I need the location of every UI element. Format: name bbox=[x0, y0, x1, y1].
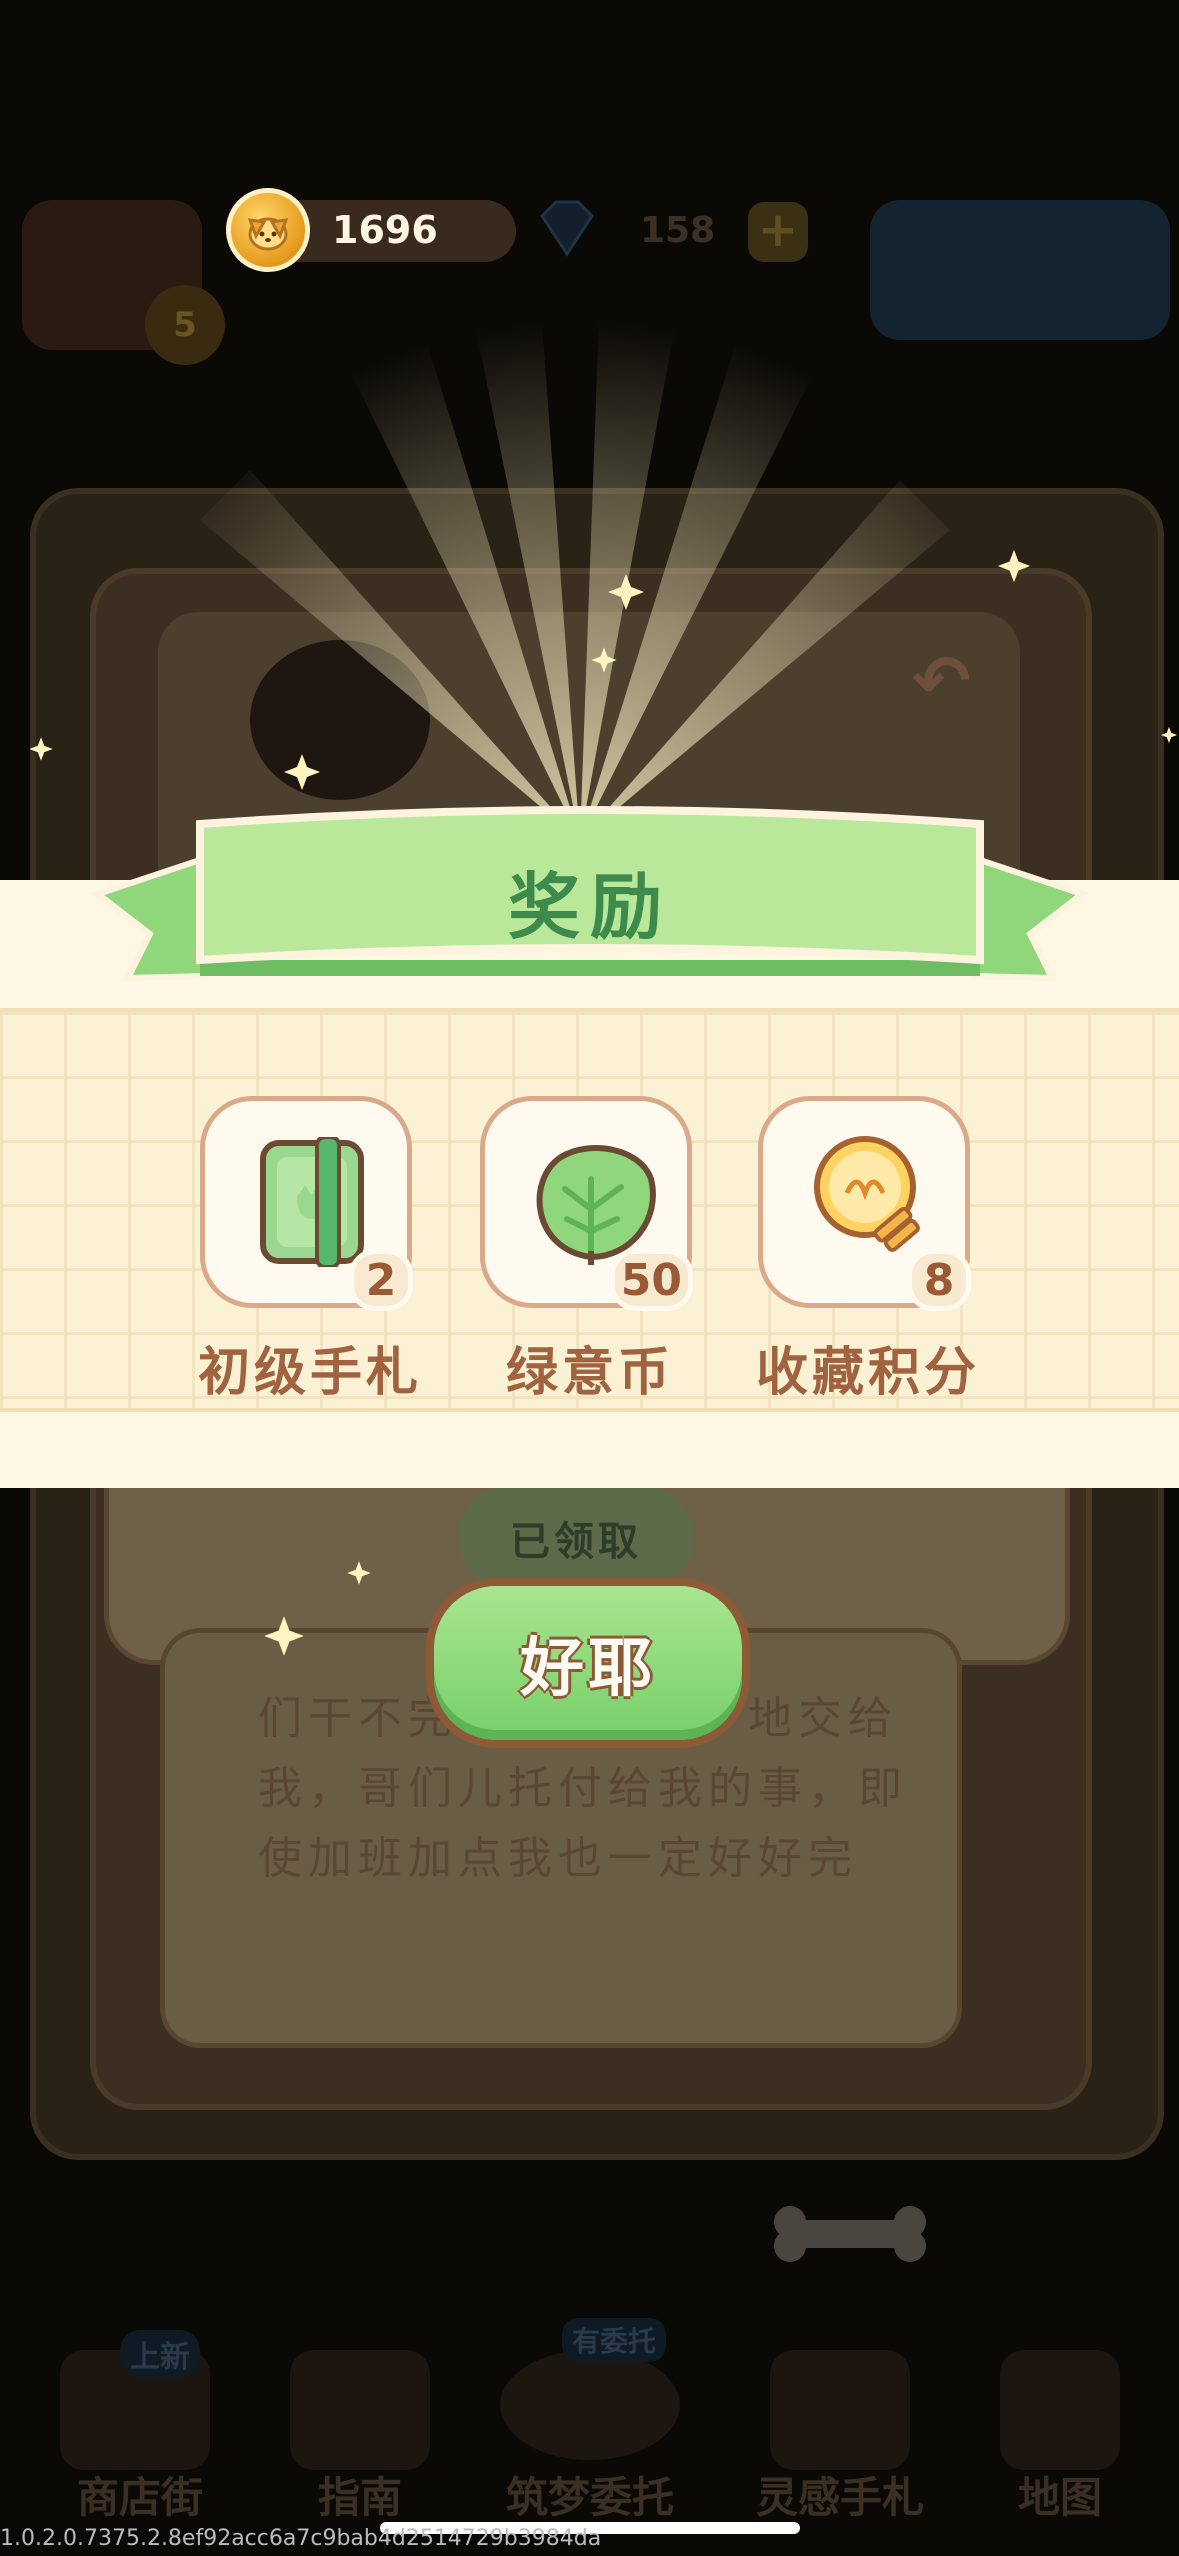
build-id: 1.0.2.0.7375.2.8ef92acc6a7c9bab4d2514729… bbox=[0, 2526, 602, 2551]
reward-title: 奖励 bbox=[507, 865, 672, 949]
coin-amount: 1696 bbox=[332, 208, 438, 252]
nav-shop-street[interactable]: 上新 商店街 bbox=[40, 2330, 240, 2522]
new-badge: 上新 bbox=[120, 2330, 200, 2378]
character-portrait bbox=[250, 640, 430, 800]
reward-item-card: 8 bbox=[758, 1096, 971, 1311]
reward-item-journal: 2 初级手札 bbox=[198, 1096, 420, 1416]
nav-label: 灵感手札 bbox=[755, 2473, 924, 2522]
nav-label: 商店街 bbox=[76, 2473, 203, 2522]
add-gems-button[interactable]: + bbox=[748, 202, 808, 262]
reward-item-label: 绿意币 bbox=[505, 1343, 674, 1403]
reward-item-collection-points: 8 收藏积分 bbox=[756, 1096, 978, 1416]
sparkle-icon bbox=[606, 572, 646, 616]
nav-map[interactable]: 地图 bbox=[960, 2330, 1160, 2522]
sparkle-icon bbox=[1160, 726, 1178, 748]
reward-quantity: 8 bbox=[907, 1249, 971, 1311]
reward-quantity: 2 bbox=[349, 1249, 413, 1311]
sparkle-icon bbox=[996, 548, 1032, 588]
top-right-banner[interactable] bbox=[870, 200, 1170, 340]
claimed-button: 已领取 bbox=[458, 1486, 694, 1590]
confirm-button-face[interactable]: 好耶 bbox=[434, 1586, 742, 1740]
bottom-nav: 上新 商店街 指南 有委托 筑梦委托 灵感手札 地图 bbox=[0, 2310, 1179, 2530]
level-star-icon: 5 bbox=[145, 285, 225, 365]
sparkle-icon bbox=[28, 736, 54, 766]
hud-bar: 5 1696 158 + bbox=[0, 188, 1179, 365]
undo-icon[interactable]: ↶ bbox=[912, 640, 971, 722]
journal-icon bbox=[770, 2350, 910, 2470]
story-line: 使加班加点我也一定好好完 bbox=[258, 1833, 858, 1884]
commission-badge: 有委托 bbox=[562, 2318, 667, 2362]
green-journal-icon bbox=[257, 1135, 367, 1271]
reward-item-card: 50 bbox=[480, 1096, 693, 1311]
sparkle-icon bbox=[282, 752, 322, 796]
reward-item-leaf-coin: 50 绿意币 bbox=[480, 1096, 700, 1416]
nav-label: 筑梦委托 bbox=[505, 2473, 674, 2522]
reward-item-label: 收藏积分 bbox=[755, 1343, 980, 1403]
sparkle-icon bbox=[590, 646, 618, 678]
reward-ribbon: 奖励 bbox=[80, 800, 1100, 1000]
reward-quantity: 50 bbox=[609, 1249, 693, 1311]
confirm-button[interactable]: 好耶 bbox=[426, 1578, 750, 1748]
reward-item-label: 初级手札 bbox=[197, 1343, 422, 1403]
commission-icon bbox=[500, 2350, 680, 2460]
nav-guide[interactable]: 指南 bbox=[260, 2330, 460, 2522]
nav-inspiration-journal[interactable]: 灵感手札 bbox=[720, 2330, 960, 2522]
dog-coin-icon bbox=[226, 188, 310, 272]
reward-item-card: 2 bbox=[200, 1096, 413, 1311]
nav-label: 指南 bbox=[317, 2473, 402, 2522]
guide-icon bbox=[290, 2350, 430, 2470]
nav-label: 地图 bbox=[1017, 2473, 1102, 2522]
bone-icon bbox=[770, 2204, 930, 2264]
nav-dream-commission[interactable]: 有委托 筑梦委托 bbox=[470, 2310, 710, 2522]
confirm-label: 好耶 bbox=[520, 1632, 656, 1706]
claimed-label: 已领取 bbox=[510, 1519, 642, 1565]
story-line: 我，哥们儿托付给我的事，即 bbox=[258, 1763, 908, 1814]
gem-amount: 158 bbox=[640, 210, 716, 251]
sparkle-icon bbox=[262, 1614, 306, 1662]
map-icon bbox=[1000, 2350, 1120, 2470]
gem-icon bbox=[532, 198, 602, 258]
sparkle-icon bbox=[346, 1560, 372, 1590]
level-number: 5 bbox=[173, 305, 197, 345]
